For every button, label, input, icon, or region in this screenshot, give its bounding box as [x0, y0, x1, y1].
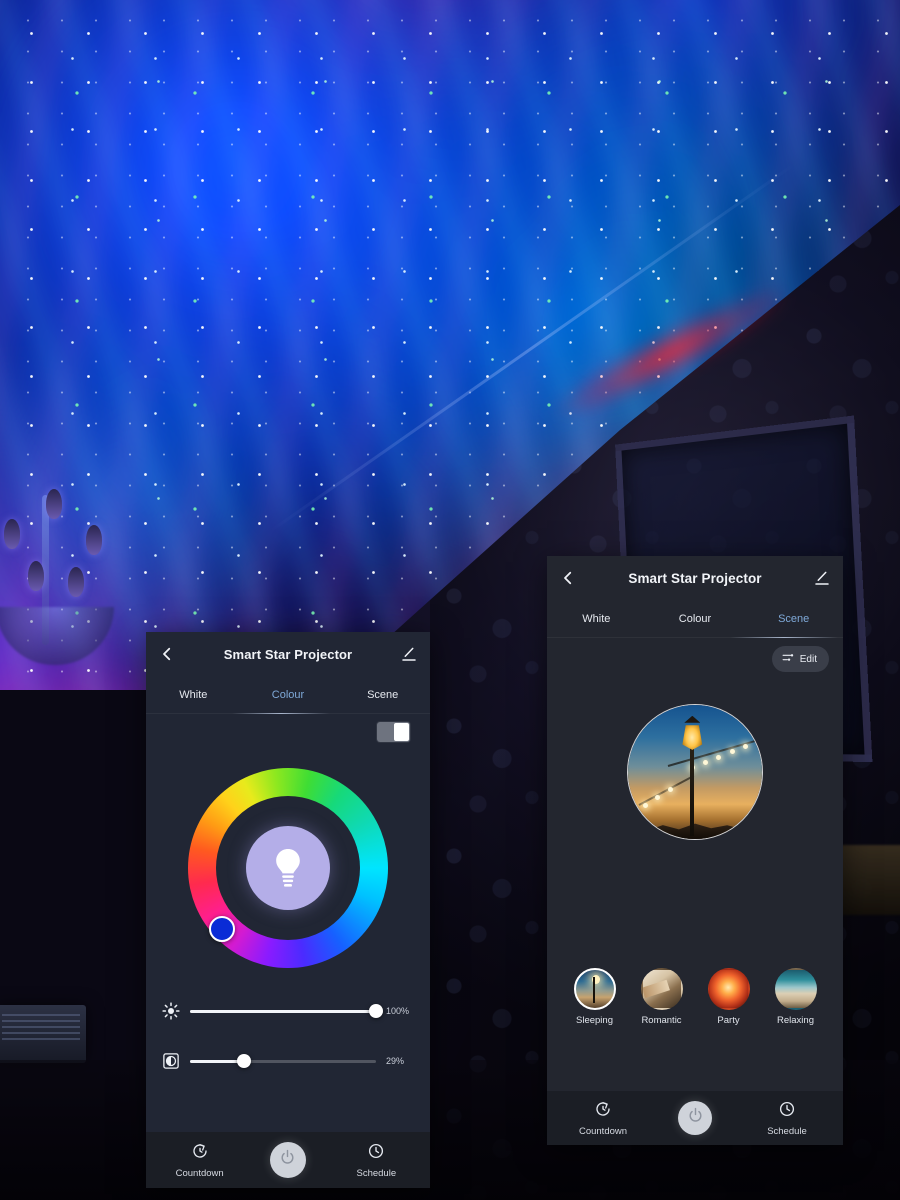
edit-row: Edit [547, 638, 843, 684]
tab-scene[interactable]: Scene [335, 676, 430, 714]
tab-colour[interactable]: Colour [646, 600, 745, 638]
scene-item-romantic[interactable]: Romantic [634, 968, 690, 1026]
tab-white[interactable]: White [547, 600, 646, 638]
edit-label: Edit [799, 653, 817, 665]
colour-header: Smart Star Projector [146, 632, 430, 676]
tab-white[interactable]: White [146, 676, 241, 714]
string-lights-wire-2 [638, 775, 694, 807]
power-button[interactable] [269, 1142, 306, 1178]
air-conditioner-unit [0, 1005, 86, 1063]
power-button[interactable] [678, 1101, 712, 1135]
lightbulb-icon[interactable] [246, 826, 330, 910]
scene-thumbnail [640, 968, 683, 1010]
pencil-icon[interactable] [400, 645, 418, 663]
colour-bottom-bar: Countdown Schedule [146, 1132, 430, 1188]
toggle-switch-icon[interactable] [377, 722, 410, 742]
page-title: Smart Star Projector [223, 646, 353, 662]
chandelier-silhouette [0, 489, 140, 670]
schedule-label: Schedule [767, 1125, 807, 1137]
skyline-silhouette [628, 823, 762, 839]
lamp-head [682, 725, 703, 750]
timer-icon [594, 1100, 612, 1123]
colour-wheel[interactable] [188, 768, 388, 968]
string-lights-wire [667, 736, 762, 768]
saturation-value: 29% [386, 1056, 405, 1066]
power-icon [687, 1107, 704, 1129]
scene-tab-bar: White Colour Scene [547, 600, 843, 638]
sun-icon [162, 1002, 180, 1020]
scene-list: Sleeping Romantic Party Relaxing [547, 968, 843, 1026]
brightness-slider[interactable] [190, 1004, 383, 1018]
edit-button[interactable]: Edit [771, 646, 829, 672]
lamp-post [690, 739, 695, 837]
power-toggle-row [146, 714, 430, 754]
sliders-icon [782, 651, 795, 667]
saturation-icon [162, 1052, 180, 1070]
timer-icon [191, 1142, 209, 1165]
schedule-label: Schedule [356, 1167, 397, 1179]
page-title: Smart Star Projector [628, 570, 762, 586]
pencil-icon[interactable] [813, 569, 831, 587]
saturation-slider[interactable] [190, 1054, 376, 1068]
clock-icon [367, 1142, 385, 1165]
countdown-button[interactable]: Countdown [163, 1142, 237, 1179]
countdown-button[interactable]: Countdown [566, 1100, 640, 1137]
scene-item-sleeping[interactable]: Sleeping [567, 968, 623, 1026]
clock-icon [778, 1100, 796, 1123]
scene-label: Party [717, 1015, 740, 1026]
tab-colour[interactable]: Colour [241, 676, 336, 714]
lamp-cap [684, 715, 701, 723]
scene-item-relaxing[interactable]: Relaxing [768, 968, 824, 1026]
colour-screen-panel: Smart Star Projector White Colour Scene [146, 632, 430, 1188]
scene-bottom-bar: Countdown Schedule [547, 1091, 843, 1145]
scene-preview-image[interactable] [627, 704, 763, 840]
chevron-left-icon[interactable] [158, 645, 176, 663]
lamp-dusk-scene [628, 705, 762, 839]
scene-header: Smart Star Projector [547, 556, 843, 600]
scene-label: Relaxing [777, 1015, 814, 1026]
scene-screen-panel: Smart Star Projector White Colour Scene … [547, 556, 843, 1145]
power-icon [279, 1149, 296, 1171]
countdown-label: Countdown [578, 1125, 628, 1137]
countdown-label: Countdown [175, 1167, 224, 1179]
colour-wheel-handle[interactable] [209, 916, 235, 942]
chevron-left-icon[interactable] [559, 569, 577, 587]
tab-scene[interactable]: Scene [744, 600, 843, 638]
brightness-slider-row: 100% [146, 994, 430, 1028]
schedule-button[interactable]: Schedule [750, 1100, 824, 1137]
scene-thumbnail [573, 968, 616, 1010]
schedule-button[interactable]: Schedule [339, 1142, 413, 1179]
scene-item-party[interactable]: Party [701, 968, 757, 1026]
scene-thumbnail [707, 968, 750, 1010]
saturation-slider-row: 29% [146, 1044, 430, 1078]
scene-label: Sleeping [576, 1015, 613, 1026]
scene-thumbnail [774, 968, 817, 1010]
colour-tab-bar: White Colour Scene [146, 676, 430, 714]
scene-label: Romantic [641, 1015, 682, 1026]
toggle-knob [394, 723, 409, 741]
brightness-value: 100% [386, 1006, 410, 1016]
